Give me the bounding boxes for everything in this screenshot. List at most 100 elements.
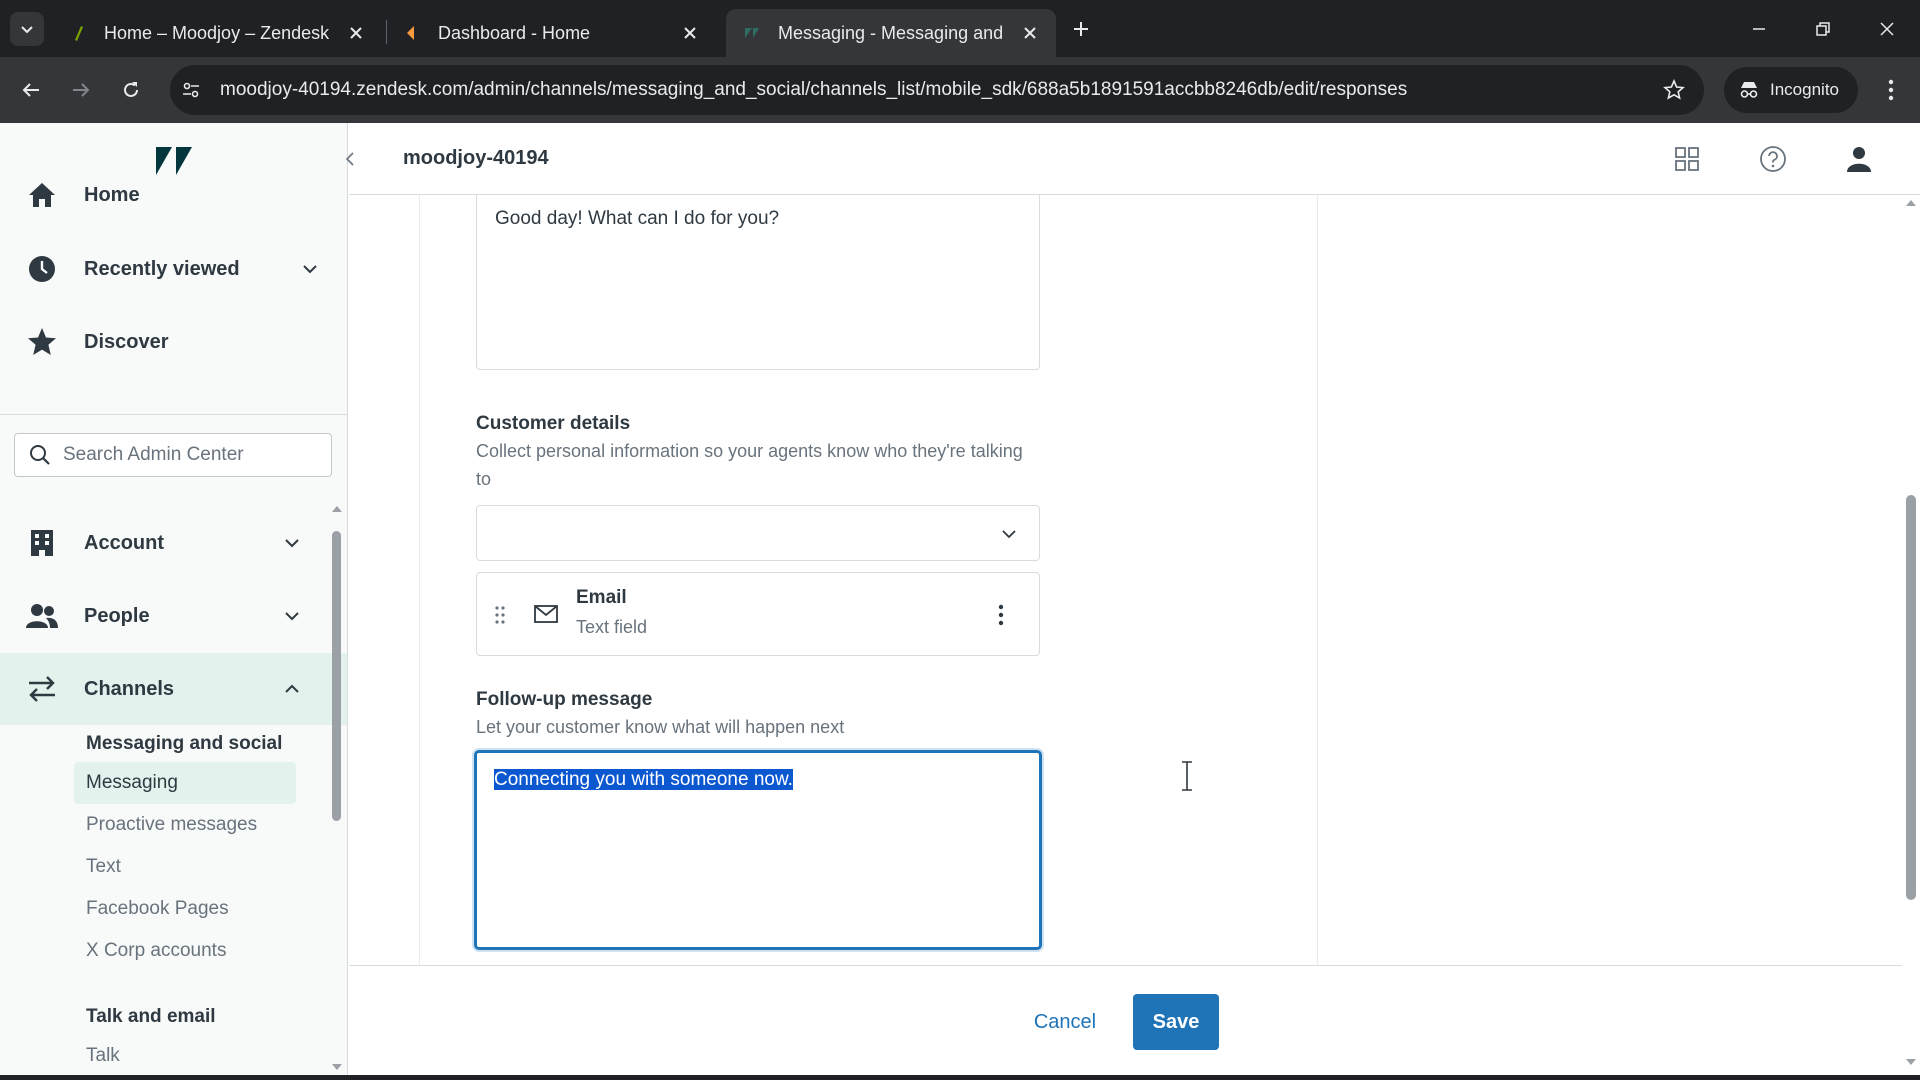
sidebar-scroll-thumb[interactable]	[332, 531, 341, 821]
column-divider	[419, 195, 420, 965]
grid-icon	[1675, 147, 1699, 171]
sidebar-item-label: Home	[84, 183, 140, 206]
scroll-down-arrow-icon[interactable]	[330, 1061, 344, 1073]
search-input[interactable]	[63, 444, 313, 466]
new-tab-button[interactable]	[1066, 14, 1096, 44]
scroll-down-arrow-icon[interactable]	[1904, 1056, 1918, 1068]
followup-message-label: Follow-up message	[476, 689, 653, 710]
minimize-window-button[interactable]	[1744, 14, 1774, 44]
text-cursor-icon	[1182, 761, 1192, 791]
minimize-icon	[1753, 28, 1765, 30]
drag-handle-icon[interactable]	[493, 605, 507, 625]
app-header: moodjoy-40194	[349, 123, 1920, 195]
tab-title: Messaging - Messaging and so	[778, 22, 1008, 43]
home-icon	[26, 179, 58, 211]
product-tray-button[interactable]	[1671, 143, 1703, 175]
zendesk-favicon-icon	[75, 26, 83, 41]
followup-message-textarea[interactable]: Connecting you with someone now.	[474, 750, 1042, 950]
responses-form: Good day! What can I do for you? Custome…	[349, 195, 1920, 965]
content-scroll-thumb[interactable]	[1906, 495, 1916, 900]
address-url: moodjoy-40194.zendesk.com/admin/channels…	[220, 79, 1408, 100]
tab-close-icon[interactable]	[344, 21, 368, 45]
tab-title: Dashboard - Home	[438, 22, 591, 43]
sidebar-item-channels[interactable]: Channels	[0, 653, 347, 725]
arrows-icon	[26, 673, 58, 705]
tab-close-icon[interactable]	[1018, 21, 1042, 45]
search-icon	[30, 445, 50, 465]
sidebar-subitem-x-corp-accounts[interactable]: X Corp accounts	[74, 930, 296, 972]
browser-tab-zendesk-home[interactable]: Home – Moodjoy – Zendesk	[52, 9, 382, 57]
back-button[interactable]	[14, 73, 48, 107]
chevron-down-icon	[280, 604, 304, 628]
zendesk-favicon-icon	[745, 28, 759, 38]
people-icon	[26, 600, 58, 632]
cancel-button[interactable]: Cancel	[1010, 994, 1120, 1050]
browser-toolbar: moodjoy-40194.zendesk.com/admin/channels…	[0, 57, 1920, 123]
field-options-button[interactable]	[991, 601, 1011, 629]
incognito-label: Incognito	[1770, 80, 1839, 99]
arrow-right-icon	[73, 83, 90, 97]
sidebar-group-title: Talk and email	[86, 1006, 216, 1027]
window-bottom-edge	[0, 1075, 1920, 1080]
scroll-up-arrow-icon[interactable]	[330, 503, 344, 515]
help-button[interactable]	[1757, 143, 1789, 175]
reload-button[interactable]	[114, 73, 148, 107]
save-button[interactable]: Save	[1133, 994, 1219, 1050]
forward-button[interactable]	[64, 73, 98, 107]
sidebar-scrollbar[interactable]	[330, 503, 344, 1073]
restore-window-button[interactable]	[1808, 14, 1838, 44]
sidebar-item-people[interactable]: People	[0, 580, 347, 652]
site-info-icon[interactable]	[180, 79, 202, 101]
building-icon	[26, 527, 58, 559]
user-icon	[1847, 147, 1871, 172]
plus-icon	[1074, 22, 1088, 36]
sidebar-subitem-messaging[interactable]: Messaging	[74, 762, 296, 804]
collapse-sidebar-button[interactable]	[340, 146, 360, 172]
clock-icon	[26, 253, 58, 285]
user-profile-button[interactable]	[1843, 143, 1875, 175]
sidebar-subitem-proactive-messages[interactable]: Proactive messages	[74, 804, 296, 846]
sidebar-item-discover[interactable]: Discover	[0, 306, 347, 378]
field-name: Email	[576, 587, 627, 608]
browser-tab-bar: Home – Moodjoy – Zendesk Dashboard - Hom…	[0, 0, 1920, 57]
tab-title: Home – Moodjoy – Zendesk	[104, 22, 330, 43]
chevron-down-icon	[280, 531, 304, 555]
field-type: Text field	[576, 617, 648, 637]
sidebar-item-label: Account	[84, 531, 164, 554]
scroll-up-arrow-icon[interactable]	[1904, 197, 1918, 209]
followup-message-hint: Let your customer know what will happen …	[476, 717, 845, 737]
browser-tab-dashboard[interactable]: Dashboard - Home	[386, 9, 716, 57]
more-vertical-icon	[998, 604, 1004, 626]
tab-search-button[interactable]	[10, 12, 44, 46]
browser-tab-messaging[interactable]: Messaging - Messaging and so	[726, 9, 1056, 57]
admin-search-field[interactable]	[14, 433, 332, 477]
customer-details-select[interactable]	[476, 505, 1040, 561]
close-window-button[interactable]	[1872, 14, 1902, 44]
sidebar-item-home[interactable]: Home	[0, 159, 347, 231]
browser-menu-button[interactable]	[1876, 75, 1906, 105]
selected-text: Connecting you with someone now.	[494, 769, 793, 790]
tab-close-icon[interactable]	[678, 21, 702, 45]
dashboard-favicon-icon	[407, 26, 414, 40]
envelope-icon	[533, 601, 559, 627]
sidebar-subitem-text[interactable]: Text	[74, 846, 296, 888]
sidebar-item-label: Channels	[84, 677, 175, 700]
incognito-profile-button[interactable]: Incognito	[1724, 67, 1858, 113]
content-scrollbar[interactable]	[1902, 195, 1920, 1070]
bookmark-star-icon[interactable]	[1660, 76, 1688, 104]
sidebar-subitem-facebook-pages[interactable]: Facebook Pages	[74, 888, 296, 930]
chevron-up-icon	[280, 677, 304, 701]
sidebar-subitem-talk[interactable]: Talk	[74, 1035, 296, 1077]
customer-details-label: Customer details	[476, 413, 631, 434]
account-subdomain: moodjoy-40194	[403, 147, 549, 169]
star-icon	[26, 326, 58, 358]
sidebar-item-recently-viewed[interactable]: Recently viewed	[0, 233, 347, 305]
more-vertical-icon	[1888, 79, 1894, 101]
sidebar-divider	[0, 414, 347, 415]
greeting-message-textarea[interactable]: Good day! What can I do for you?	[476, 195, 1040, 370]
address-bar[interactable]: moodjoy-40194.zendesk.com/admin/channels…	[170, 65, 1704, 115]
incognito-icon	[1740, 82, 1758, 98]
sidebar-item-label: Recently viewed	[84, 257, 240, 280]
chevron-down-icon	[21, 26, 33, 34]
sidebar-item-account[interactable]: Account	[0, 507, 347, 579]
